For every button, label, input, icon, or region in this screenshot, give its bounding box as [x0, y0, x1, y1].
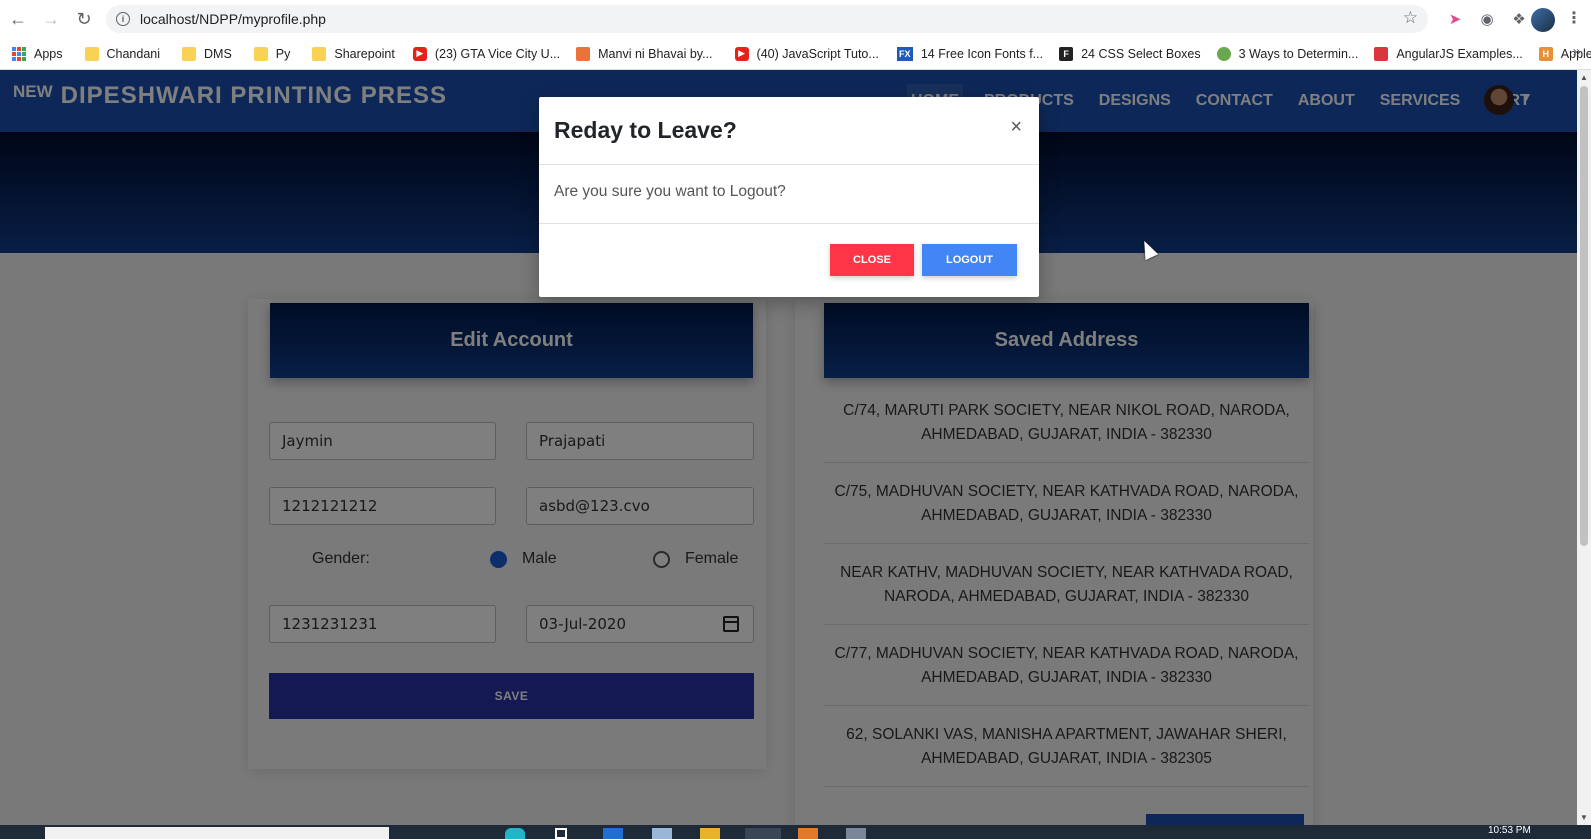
taskbar-search[interactable] — [45, 827, 389, 839]
bookmark-sharepoint[interactable]: Sharepoint — [312, 46, 395, 61]
bookmarks-bar: Apps Chandani DMS Py Sharepoint ▶ (23) G… — [0, 38, 1591, 70]
site-icon: F — [1059, 46, 1074, 61]
taskbar-app-icon[interactable] — [505, 828, 525, 839]
task-view-icon[interactable] — [555, 828, 567, 839]
site-icon — [1374, 46, 1389, 61]
logout-modal: Reday to Leave? × Are you sure you want … — [539, 97, 1039, 297]
bookmark-py[interactable]: Py — [253, 46, 290, 61]
back-arrow-icon[interactable]: ← — [3, 4, 33, 34]
modal-header: Reday to Leave? × — [539, 97, 1039, 165]
camera-icon[interactable]: ◉ — [1476, 8, 1498, 30]
page-scrollbar[interactable]: ▲ ▼ — [1577, 70, 1591, 825]
clock-time: 10:53 PM — [1488, 825, 1531, 836]
address-bar[interactable]: i localhost/NDPP/myprofile.php ☆ — [106, 5, 1428, 33]
file-explorer-icon[interactable] — [700, 828, 720, 839]
site-icon — [1216, 46, 1231, 61]
site-info-icon[interactable]: i — [116, 12, 130, 26]
youtube-icon: ▶ — [734, 46, 749, 61]
modal-footer: CLOSE LOGOUT — [539, 223, 1039, 297]
profile-avatar[interactable] — [1531, 8, 1555, 32]
bookmark-icon-fonts[interactable]: FX 14 Free Icon Fonts f... — [896, 46, 1043, 61]
close-icon[interactable]: × — [1010, 116, 1022, 139]
bookmark-star-icon[interactable]: ☆ — [1403, 8, 1418, 28]
taskbar-app-icon[interactable] — [846, 828, 866, 839]
scroll-down-icon[interactable]: ▼ — [1580, 813, 1588, 822]
apps-grid-icon — [12, 46, 26, 61]
site-icon — [576, 46, 591, 61]
taskbar-app-icon[interactable] — [798, 828, 818, 839]
modal-title: Reday to Leave? — [554, 117, 737, 143]
folder-icon — [84, 46, 99, 61]
folder-icon — [182, 46, 197, 61]
youtube-icon: ▶ — [412, 46, 427, 61]
scroll-up-icon[interactable]: ▲ — [1580, 73, 1588, 82]
extension-play-icon[interactable]: ➤ — [1444, 8, 1466, 30]
close-button[interactable]: CLOSE — [830, 244, 914, 276]
forward-arrow-icon[interactable]: → — [36, 4, 66, 34]
modal-message: Are you sure you want to Logout? — [554, 183, 786, 200]
os-taskbar: 10:53 PM — [0, 825, 1591, 839]
site-icon: H — [1538, 46, 1553, 61]
extensions-puzzle-icon[interactable]: ❖ — [1508, 8, 1530, 30]
folder-icon — [312, 46, 327, 61]
logout-button[interactable]: LOGOUT — [922, 244, 1017, 276]
chrome-taskbar-icon[interactable] — [745, 828, 781, 839]
bookmark-3-ways[interactable]: 3 Ways to Determin... — [1216, 46, 1358, 61]
folder-icon — [253, 46, 268, 61]
browser-menu-icon[interactable]: ⋮ — [1566, 8, 1582, 28]
page-viewport: NEWDIPESHWARI PRINTING PRESS HOME PRODUC… — [0, 70, 1577, 825]
bookmark-dms[interactable]: DMS — [182, 46, 232, 61]
bookmark-manvi[interactable]: Manvi ni Bhavai by... — [576, 46, 713, 61]
bookmark-applets[interactable]: H Applets » — [1538, 46, 1591, 61]
taskbar-app-icon[interactable] — [652, 828, 672, 839]
url-text: localhost/NDPP/myprofile.php — [140, 11, 326, 27]
bookmark-chandani[interactable]: Chandani — [84, 46, 160, 61]
taskbar-app-icon[interactable] — [603, 828, 623, 839]
bookmark-gta[interactable]: ▶ (23) GTA Vice City U... — [412, 46, 560, 61]
reload-icon[interactable]: ↻ — [69, 4, 99, 34]
bookmark-apps[interactable]: Apps — [12, 46, 63, 61]
bookmark-javascript[interactable]: ▶ (40) JavaScript Tuto... — [734, 46, 879, 61]
bookmark-angularjs[interactable]: AngularJS Examples... — [1374, 46, 1523, 61]
overflow-icon[interactable]: » — [1573, 43, 1581, 60]
fx-icon: FX — [896, 46, 913, 61]
bookmark-css-select[interactable]: F 24 CSS Select Boxes — [1059, 46, 1201, 61]
browser-toolbar: ← → ↻ i localhost/NDPP/myprofile.php ☆ ➤… — [0, 0, 1591, 38]
scrollbar-thumb[interactable] — [1580, 86, 1588, 546]
